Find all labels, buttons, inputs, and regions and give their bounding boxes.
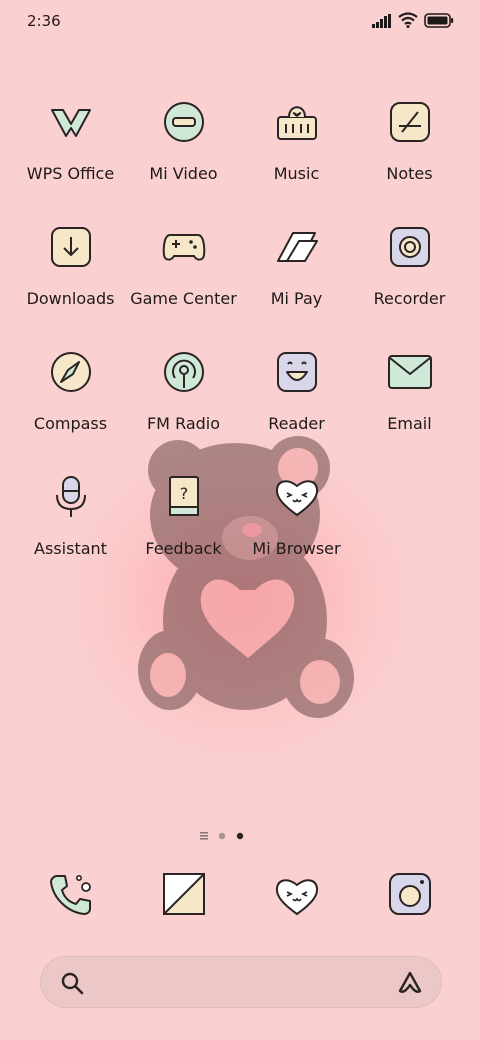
status-bar: 2:36	[0, 0, 480, 44]
camera-icon[interactable]	[388, 872, 432, 916]
app-notes[interactable]: Notes	[353, 94, 466, 204]
battery-icon	[424, 13, 454, 28]
app-label: Mi Browser	[252, 539, 341, 558]
assistant-icon	[56, 476, 86, 517]
cellular-signal-icon	[372, 14, 391, 28]
svg-text:?: ?	[180, 484, 189, 503]
app-mi-browser[interactable]: Mi Browser	[240, 469, 353, 579]
wifi-icon	[398, 12, 418, 28]
search-input[interactable]	[100, 966, 384, 1000]
game-center-icon	[162, 234, 206, 261]
app-recorder[interactable]: Recorder	[353, 219, 466, 329]
page-indicator[interactable]	[200, 830, 250, 842]
app-wps-office[interactable]: WPS Office	[14, 94, 127, 204]
app-label: Email	[387, 414, 432, 433]
app-feedback[interactable]: ? Feedback	[127, 469, 240, 579]
mi-browser-icon	[275, 480, 319, 517]
fm-radio-icon	[164, 352, 204, 392]
app-compass[interactable]: Compass	[14, 344, 127, 454]
app-mi-pay[interactable]: Mi Pay	[240, 219, 353, 329]
notes-icon	[390, 102, 430, 142]
downloads-icon	[51, 227, 91, 267]
phone-icon[interactable]	[49, 872, 93, 916]
search-bar[interactable]	[40, 956, 442, 1008]
music-icon	[277, 106, 317, 140]
app-assistant[interactable]: Assistant	[14, 469, 127, 579]
status-time: 2:36	[27, 12, 61, 30]
compass-icon	[51, 352, 91, 392]
mi-pay-icon	[277, 232, 318, 262]
reader-icon	[277, 352, 317, 392]
assistant-logo-icon[interactable]	[395, 969, 425, 995]
app-mi-video[interactable]: Mi Video	[127, 94, 240, 204]
app-reader[interactable]: Reader	[240, 344, 353, 454]
email-icon	[388, 355, 432, 389]
messages-icon[interactable]	[162, 872, 206, 916]
feedback-icon: ?	[169, 476, 199, 516]
app-label: Recorder	[373, 289, 446, 308]
mi-video-icon	[164, 102, 204, 142]
browser-heart-icon[interactable]	[275, 874, 319, 918]
app-email[interactable]: Email	[353, 344, 466, 454]
search-icon	[61, 972, 84, 995]
app-music[interactable]: Music	[240, 94, 353, 204]
app-label: Notes	[386, 164, 433, 183]
app-game-center[interactable]: Game Center	[127, 219, 240, 329]
app-fm-radio[interactable]: FM Radio	[127, 344, 240, 454]
wps-office-icon	[51, 109, 91, 137]
app-downloads[interactable]: Downloads	[14, 219, 127, 329]
recorder-icon	[390, 227, 430, 267]
